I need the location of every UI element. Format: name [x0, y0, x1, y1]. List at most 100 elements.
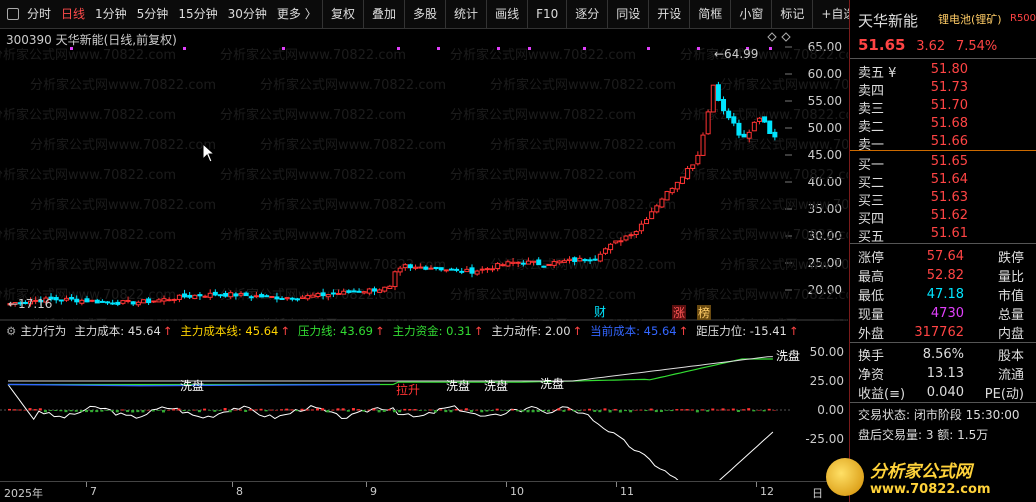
- fund-bar: [408, 409, 412, 411]
- candle-body: [192, 294, 198, 300]
- fund-bar: [439, 409, 443, 411]
- fund-bar: [346, 410, 350, 412]
- toolbar-button[interactable]: 简框: [689, 0, 730, 28]
- stat-label: 跌停: [997, 250, 1024, 266]
- signal-marker: [769, 47, 772, 50]
- mouse-cursor-icon: [202, 143, 216, 163]
- period-tab[interactable]: 15分钟: [173, 0, 222, 28]
- fund-bar: [480, 410, 484, 413]
- fund-bar: [675, 409, 679, 411]
- toolbar-button[interactable]: F10: [527, 0, 566, 28]
- fund-bar: [316, 408, 319, 411]
- indicator-chart[interactable]: 50.0025.000.00-25.00洗盘 洗盘 洗盘 洗盘洗盘拉升: [0, 340, 848, 480]
- candle-body: [525, 260, 531, 265]
- indicator-value: 距压力位: -15.41: [696, 324, 787, 338]
- candlestick-chart[interactable]: 65.0060.0055.0050.0045.0040.0035.0030.00…: [0, 29, 848, 321]
- candle-body: [140, 299, 146, 304]
- period-tab[interactable]: 分时: [22, 0, 56, 28]
- date-axis: 2025年 7 8 9 10 11 12 日: [0, 481, 848, 502]
- fund-bar: [582, 409, 586, 411]
- toolbar-button[interactable]: 同设: [607, 0, 648, 28]
- candle-body: [644, 219, 650, 225]
- indicator-axis-label: -25.00: [805, 432, 844, 446]
- candle-body: [79, 299, 85, 304]
- after-hours-volume: 盘后交易量: 3 额: 1.5万: [858, 428, 989, 442]
- stock-name: 天华新能: [858, 12, 919, 30]
- sector-tag[interactable]: 锂电池(锂矿): [938, 11, 1002, 27]
- fund-bar: [100, 410, 104, 412]
- sell-row: 卖五 ¥ 51.80: [858, 62, 1033, 81]
- fund-bar: [156, 410, 160, 411]
- toolbar-button[interactable]: 统计: [445, 0, 486, 28]
- order-price: 51.64: [930, 172, 968, 187]
- candle-body: [187, 294, 193, 298]
- candle-body: [53, 297, 59, 301]
- candle-body: [510, 261, 516, 264]
- candle-body: [541, 265, 547, 268]
- period-tab[interactable]: 更多 〉: [272, 0, 322, 28]
- candle-body: [418, 266, 424, 269]
- indicator-value: 主力成本线: 45.64: [180, 324, 279, 338]
- signal-marker: [697, 47, 700, 50]
- candle-body: [69, 297, 75, 300]
- candle-body: [300, 296, 306, 300]
- stat-value: 317762: [914, 324, 964, 340]
- toolbar-button[interactable]: 开设: [648, 0, 689, 28]
- period-tab[interactable]: 30分钟: [223, 0, 272, 28]
- candle-body: [217, 294, 223, 297]
- candle-body: [243, 292, 249, 297]
- settings-icon[interactable]: ⚙: [6, 324, 16, 338]
- fund-bar: [362, 410, 366, 412]
- fund-bar: [572, 410, 576, 412]
- menu-icon[interactable]: [4, 0, 22, 28]
- toolbar-button[interactable]: 复权: [322, 0, 363, 28]
- date-tick: 11: [620, 485, 634, 498]
- indicator-name[interactable]: 主力行为: [20, 323, 66, 339]
- signal-marker: [528, 47, 531, 50]
- candle-body: [387, 285, 393, 289]
- candle-body: [146, 298, 152, 304]
- fund-bar: [639, 409, 643, 411]
- candle-body: [135, 301, 141, 306]
- date-tick-mark: [616, 482, 617, 487]
- fund-bar: [197, 410, 201, 413]
- candle-body: [495, 263, 501, 270]
- watermark-text: 分析家公式网www.70822.com: [220, 47, 406, 63]
- toolbar-button[interactable]: 逐分: [566, 0, 607, 28]
- period-tab[interactable]: 1分钟: [90, 0, 132, 28]
- divider: [850, 342, 1036, 343]
- watermark-text: 分析家公式网www.70822.com: [220, 167, 406, 183]
- fund-bar: [434, 410, 438, 413]
- fund-bar: [547, 410, 550, 412]
- stat-row: 净资 13.13 流通: [858, 363, 1033, 383]
- candle-body: [597, 253, 603, 262]
- candle-body: [264, 295, 270, 298]
- watermark-text: 分析家公式网www.70822.com: [450, 107, 636, 123]
- watermark-text: 分析家公式网www.70822.com: [720, 257, 848, 273]
- last-price: 51.65: [858, 36, 906, 54]
- fund-bar: [79, 410, 83, 412]
- globe-icon: [826, 458, 864, 496]
- date-tick: 8: [236, 485, 243, 498]
- toolbar-button[interactable]: 小窗: [730, 0, 771, 28]
- toolbar-button[interactable]: 画线: [486, 0, 527, 28]
- candle-body: [700, 134, 706, 156]
- candle-body: [320, 292, 326, 297]
- fund-bar: [85, 410, 88, 413]
- indicator-value: 主力动作: 2.00: [491, 324, 571, 338]
- fund-bar: [162, 410, 165, 413]
- toolbar-button[interactable]: 标记: [771, 0, 812, 28]
- candle-body: [428, 267, 434, 270]
- fund-bar: [54, 410, 58, 412]
- toolbar-button[interactable]: 多股: [404, 0, 445, 28]
- period-tab[interactable]: 5分钟: [132, 0, 174, 28]
- fund-bar: [567, 408, 571, 411]
- signal-marker: [397, 47, 400, 50]
- fund-bar: [516, 410, 520, 412]
- signal-marker: [437, 47, 440, 50]
- period-tab[interactable]: 日线: [56, 0, 90, 28]
- stat-row: 涨停 57.64 跌停: [858, 246, 1033, 266]
- candle-body: [705, 111, 711, 135]
- toolbar-button[interactable]: 叠加: [363, 0, 404, 28]
- candle-body: [336, 293, 342, 296]
